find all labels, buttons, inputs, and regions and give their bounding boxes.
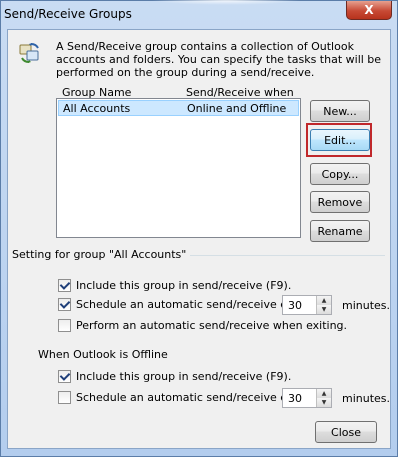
- offline-schedule-option[interactable]: Schedule an automatic send/receive every: [58, 391, 311, 404]
- online-include-label: Include this group in send/receive (F9).: [76, 279, 292, 292]
- online-minutes-unit: minutes.: [342, 299, 391, 312]
- exit-label: Perform an automatic send/receive when e…: [76, 319, 348, 332]
- title-bar[interactable]: Send/Receive Groups X: [1, 0, 397, 29]
- window-title: Send/Receive Groups: [4, 7, 132, 21]
- spin-up-icon[interactable]: ▲: [316, 389, 331, 398]
- exit-checkbox[interactable]: [58, 319, 71, 332]
- copy-button[interactable]: Copy...: [310, 163, 370, 185]
- offline-minutes-value: 30: [288, 392, 302, 405]
- online-minutes-spinner[interactable]: 30 ▲ ▼: [282, 295, 332, 315]
- exit-option[interactable]: Perform an automatic send/receive when e…: [58, 319, 347, 332]
- groups-list[interactable]: All Accounts Online and Offline: [56, 98, 301, 238]
- remove-button[interactable]: Remove: [310, 191, 370, 213]
- close-icon: X: [364, 3, 374, 17]
- online-include-checkbox[interactable]: [58, 279, 71, 292]
- send-receive-icon: [19, 43, 39, 63]
- offline-section-label: When Outlook is Offline: [38, 348, 168, 361]
- spin-down-icon[interactable]: ▼: [316, 398, 331, 407]
- offline-minutes-unit: minutes.: [342, 392, 391, 405]
- offline-schedule-checkbox[interactable]: [58, 391, 71, 404]
- offline-include-label: Include this group in send/receive (F9).: [76, 370, 292, 383]
- online-schedule-option[interactable]: Schedule an automatic send/receive every: [58, 298, 311, 311]
- send-receive-groups-dialog: Send/Receive Groups X A Send/Receive gro…: [0, 0, 398, 457]
- offline-minutes-spinner[interactable]: 30 ▲ ▼: [282, 388, 332, 408]
- send-receive-when-cell: Online and Offline: [187, 102, 287, 115]
- offline-schedule-label: Schedule an automatic send/receive every: [76, 391, 312, 404]
- new-button[interactable]: New...: [310, 100, 370, 122]
- edit-button[interactable]: Edit...: [310, 129, 370, 151]
- dialog-description: A Send/Receive group contains a collecti…: [56, 40, 382, 79]
- offline-include-checkbox[interactable]: [58, 370, 71, 383]
- offline-include-option[interactable]: Include this group in send/receive (F9).: [58, 370, 291, 383]
- spin-down-icon[interactable]: ▼: [316, 305, 331, 314]
- online-schedule-label: Schedule an automatic send/receive every: [76, 298, 312, 311]
- online-include-option[interactable]: Include this group in send/receive (F9).: [58, 279, 291, 292]
- settings-group-label: Setting for group "All Accounts": [12, 248, 191, 261]
- group-name-cell: All Accounts: [63, 102, 131, 115]
- spin-up-icon[interactable]: ▲: [316, 296, 331, 305]
- window-close-button[interactable]: X: [346, 1, 392, 20]
- rename-button[interactable]: Rename: [310, 220, 370, 242]
- close-button[interactable]: Close: [315, 421, 377, 443]
- online-schedule-checkbox[interactable]: [58, 298, 71, 311]
- list-item[interactable]: All Accounts Online and Offline: [58, 100, 299, 116]
- online-minutes-value: 30: [288, 299, 302, 312]
- dialog-body: A Send/Receive group contains a collecti…: [7, 29, 391, 449]
- title-bar-glow: [151, 0, 301, 5]
